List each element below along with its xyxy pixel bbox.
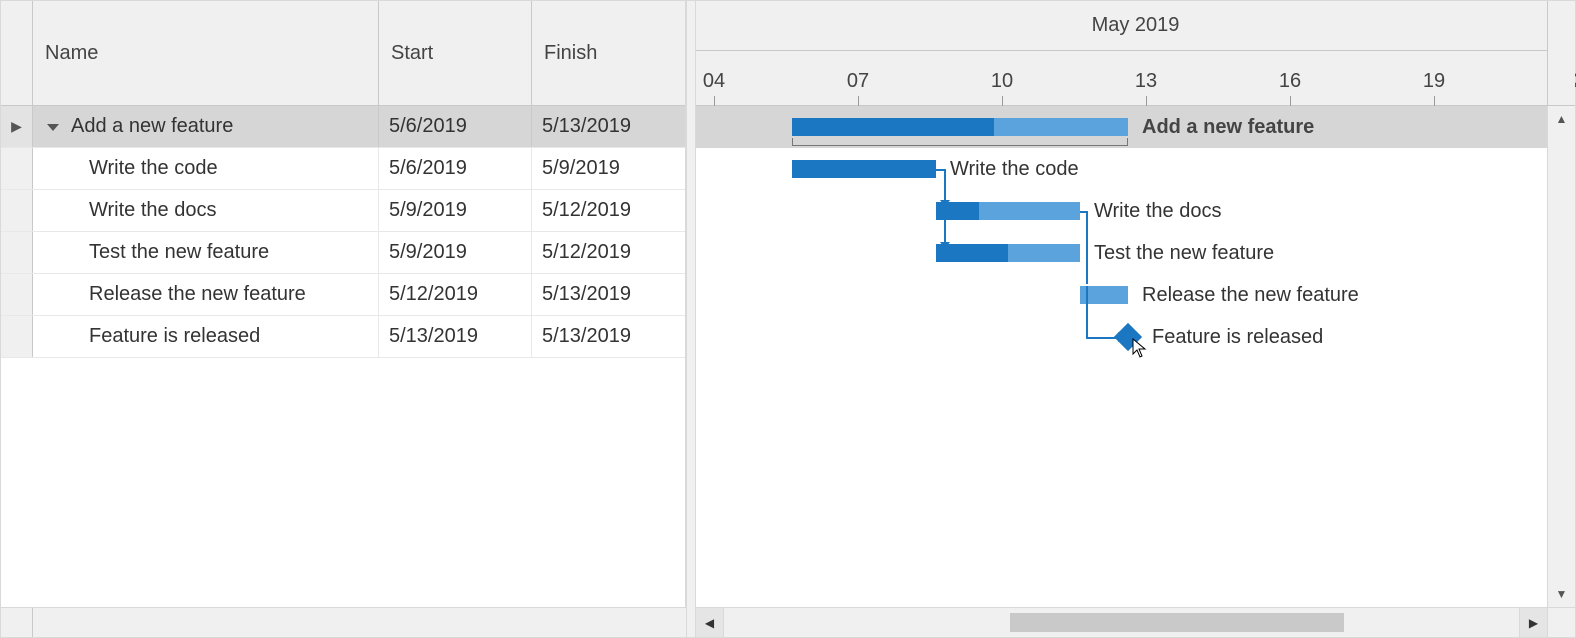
dependency-line	[1086, 286, 1088, 337]
task-finish-cell[interactable]: 5/9/2019	[532, 148, 685, 189]
timeline-tick: 10	[972, 51, 1032, 106]
column-header-finish[interactable]: Finish	[532, 1, 685, 105]
gantt-view: Name Start Finish ▶ Add a new feature 5/6/…	[0, 0, 1576, 638]
task-bar-remaining	[1008, 244, 1080, 262]
grid-footer	[1, 607, 686, 637]
task-finish-cell[interactable]: 5/13/2019	[532, 106, 685, 147]
dependency-line	[936, 169, 944, 171]
table-row[interactable]: Test the new feature 5/9/20195/12/2019	[1, 232, 685, 274]
gantt-bar-label: Add a new feature	[1142, 115, 1314, 139]
task-start-cell[interactable]: 5/9/2019	[379, 190, 532, 231]
dependency-arrow-icon	[940, 200, 950, 207]
table-row[interactable]: Write the docs 5/9/20195/12/2019	[1, 190, 685, 232]
column-header-start[interactable]: Start	[379, 1, 532, 105]
summary-bar[interactable]	[792, 118, 1128, 136]
gantt-bar-label: Write the code	[950, 157, 1079, 181]
horizontal-scroll-track[interactable]	[724, 608, 1519, 637]
timeline-tick: 07	[828, 51, 888, 106]
timeline-tick: 19	[1404, 51, 1464, 106]
dependency-line	[1086, 337, 1120, 339]
task-name-cell[interactable]: Add a new feature	[33, 106, 379, 147]
table-row[interactable]: Feature is released 5/13/20195/13/2019	[1, 316, 685, 358]
gantt-bar-label: Write the docs	[1094, 199, 1221, 223]
gantt-bar-label: Feature is released	[1152, 325, 1323, 349]
task-name-cell[interactable]: Test the new feature	[33, 232, 379, 273]
gantt-body[interactable]: ▲ ▼ Add a new feature Write the code Write…	[696, 106, 1575, 607]
row-indicator[interactable]	[1, 274, 33, 315]
grid-body: ▶Add a new feature5/6/20195/13/2019Write…	[1, 106, 685, 607]
table-row[interactable]: ▶ Add a new feature 5/6/20195/13/2019	[1, 106, 685, 148]
gantt-bar-label: Release the new feature	[1142, 283, 1359, 307]
gantt-row: Write the docs	[696, 190, 1547, 232]
task-bar-remaining	[979, 202, 1080, 220]
task-finish-cell[interactable]: 5/12/2019	[532, 190, 685, 231]
task-grid: Name Start Finish ▶ Add a new feature 5/6/…	[1, 1, 686, 607]
gantt-row: Add a new feature	[696, 106, 1547, 148]
gantt-bar-label: Test the new feature	[1094, 241, 1274, 265]
task-bar[interactable]	[936, 202, 1080, 220]
dependency-line	[944, 169, 946, 200]
grid-footer-space	[33, 608, 686, 637]
task-name-label: Test the new feature	[89, 241, 269, 264]
task-start-cell[interactable]: 5/13/2019	[379, 316, 532, 357]
task-bar-remaining	[994, 118, 1128, 136]
task-start-cell[interactable]: 5/12/2019	[379, 274, 532, 315]
timeline-tick: 13	[1116, 51, 1176, 106]
task-finish-cell[interactable]: 5/12/2019	[532, 232, 685, 273]
timeline-header: May 2019 0407101316192	[696, 1, 1575, 106]
task-finish-cell[interactable]: 5/13/2019	[532, 274, 685, 315]
horizontal-scroll-thumb[interactable]	[1010, 613, 1344, 632]
row-indicator[interactable]	[1, 190, 33, 231]
scroll-right-button[interactable]: ▶	[1519, 608, 1547, 637]
task-name-label: Write the code	[89, 157, 218, 180]
task-name-cell[interactable]: Write the code	[33, 148, 379, 189]
row-indicator-header[interactable]	[1, 1, 33, 105]
row-indicator[interactable]: ▶	[1, 106, 33, 147]
task-start-cell[interactable]: 5/6/2019	[379, 148, 532, 189]
gantt-row: Test the new feature	[696, 232, 1547, 274]
row-indicator[interactable]	[1, 232, 33, 273]
grid-footer-corner	[1, 608, 33, 637]
task-name-cell[interactable]: Release the new feature	[33, 274, 379, 315]
gantt-row: Write the code	[696, 148, 1547, 190]
timeline-scale[interactable]: 0407101316192	[696, 51, 1575, 105]
timeline-tick: 04	[684, 51, 744, 106]
task-bar[interactable]	[792, 160, 936, 178]
scrollbar-corner	[1547, 608, 1575, 637]
scroll-down-button[interactable]: ▼	[1548, 581, 1575, 607]
dependency-arrow-icon	[940, 242, 950, 249]
task-name-label: Release the new feature	[89, 283, 306, 306]
dependency-arrow-icon	[1118, 332, 1125, 342]
timeline-title: May 2019	[696, 1, 1575, 51]
task-bar[interactable]	[936, 244, 1080, 262]
task-start-cell[interactable]: 5/6/2019	[379, 106, 532, 147]
row-indicator[interactable]	[1, 316, 33, 357]
timeline-tick: 16	[1260, 51, 1320, 106]
task-name-label: Feature is released	[89, 325, 260, 348]
horizontal-scrollbar[interactable]: ◀ ▶	[696, 607, 1575, 637]
collapse-caret-icon[interactable]	[47, 124, 59, 131]
task-name-label: Add a new feature	[71, 115, 233, 138]
task-finish-cell[interactable]: 5/13/2019	[532, 316, 685, 357]
gantt-chart: May 2019 0407101316192 ▲ ▼ Add a new fea…	[696, 1, 1575, 607]
task-name-cell[interactable]: Write the docs	[33, 190, 379, 231]
dependency-line	[1086, 211, 1088, 284]
dependency-line	[944, 220, 946, 242]
scroll-up-button[interactable]: ▲	[1548, 106, 1575, 132]
task-name-cell[interactable]: Feature is released	[33, 316, 379, 357]
task-name-label: Write the docs	[89, 199, 216, 222]
header-scroll-gutter	[1547, 1, 1575, 105]
summary-outline	[792, 138, 1128, 146]
table-row[interactable]: Release the new feature 5/12/20195/13/201…	[1, 274, 685, 316]
vertical-scrollbar[interactable]: ▲ ▼	[1547, 106, 1575, 607]
task-start-cell[interactable]: 5/9/2019	[379, 232, 532, 273]
scroll-left-button[interactable]: ◀	[696, 608, 724, 637]
column-header-name[interactable]: Name	[33, 1, 379, 105]
row-indicator[interactable]	[1, 148, 33, 189]
grid-header: Name Start Finish	[1, 1, 685, 106]
gantt-row: Release the new feature	[696, 274, 1547, 316]
table-row[interactable]: Write the code 5/6/20195/9/2019	[1, 148, 685, 190]
